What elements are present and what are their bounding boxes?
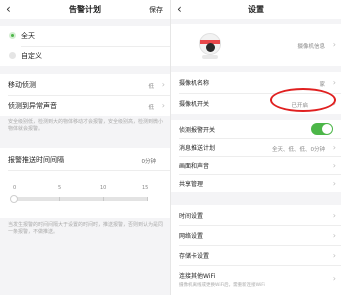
tick-label: 15 [142, 185, 149, 191]
interval-label: 报警推送时间间隔 [8, 156, 64, 164]
motion-detection-value: 低 [148, 84, 154, 90]
alarm-switch-row: 侦测报警开关 [171, 120, 341, 138]
interval-section: 报警推送时间间隔 0分钟 0 5 10 15 [0, 148, 170, 218]
storage-setting-row[interactable]: 存储卡设置 › [171, 245, 341, 265]
chevron-right-icon: › [332, 231, 336, 240]
wifi-connect-row[interactable]: 连接其他WiFi 摄像机离线或更换WiFi后，需重新连接WiFi › [171, 265, 341, 295]
wifi-connect-note: 摄像机离线或更换WiFi后，需重新连接WiFi [179, 283, 265, 288]
plan-option-label: 全天 [21, 32, 35, 40]
radio-selected-icon[interactable] [9, 32, 16, 39]
video-audio-row[interactable]: 画面和声音 › [171, 156, 341, 174]
abnormal-sound-value: 低 [148, 105, 154, 111]
abnormal-sound-row[interactable]: 侦测到异常声音 低 › [0, 95, 170, 116]
save-button[interactable]: 保存 [149, 5, 163, 15]
video-audio-label: 画面和声音 [179, 163, 210, 170]
settings-header: ‹ 设置 [171, 0, 341, 19]
plan-options: 全天 自定义 [0, 26, 170, 66]
page-title: 设置 [248, 5, 264, 14]
storage-setting-label: 存储卡设置 [179, 253, 210, 260]
camera-base-icon [202, 55, 218, 59]
chevron-right-icon: › [332, 251, 336, 260]
plan-option-label: 自定义 [21, 52, 42, 60]
chevron-right-icon: › [161, 80, 165, 89]
push-plan-row[interactable]: 消息推送计划 全天、低、低、0分钟 › [171, 138, 341, 156]
chevron-right-icon: › [332, 40, 336, 49]
camera-info-label: 摄像机信息 [297, 44, 325, 50]
network-setting-label: 网络设置 [179, 233, 204, 240]
chevron-right-icon: › [332, 211, 336, 220]
tick-label: 10 [100, 185, 107, 191]
alarm-switch-label: 侦测报警开关 [179, 127, 216, 134]
chevron-right-icon: › [332, 274, 336, 283]
share-row[interactable]: 共享管理 › [171, 174, 341, 192]
wifi-connect-label: 连接其他WiFi [179, 273, 216, 280]
alarm-section: 侦测报警开关 消息推送计划 全天、低、低、0分钟 › 画面和声音 › 共享管理 … [171, 120, 341, 192]
chevron-right-icon: › [332, 161, 336, 170]
alarm-plan-header: ‹ 告警计划 保存 [0, 0, 170, 19]
page-title: 告警计划 [69, 5, 101, 14]
alarm-plan-panel: ‹ 告警计划 保存 全天 自定义 移动侦测 低 › 侦测到异常声音 低 › 安全… [0, 0, 170, 295]
time-setting-row[interactable]: 时间设置 › [171, 205, 341, 225]
chevron-right-icon: › [332, 179, 336, 188]
plan-option-custom[interactable]: 自定义 [0, 46, 170, 66]
camera-switch-label: 摄像机开关 [179, 101, 210, 108]
tick-label: 0 [13, 185, 17, 191]
chevron-right-icon: › [332, 78, 336, 87]
time-setting-label: 时间设置 [179, 213, 204, 220]
slider-knob[interactable] [10, 195, 18, 203]
divider [8, 170, 170, 171]
camera-name-label: 摄像机名称 [179, 80, 210, 87]
chevron-right-icon: › [161, 101, 165, 110]
slider-tick [147, 197, 148, 201]
share-label: 共享管理 [179, 181, 204, 188]
motion-detection-label: 移动侦测 [8, 81, 36, 89]
sensitivity-note: 安全级别低，检测到大的物体移动才会报警，安全级别高，检测到微小物体就会报警。 [8, 119, 164, 132]
settings-panel: ‹ 设置 摄像机信息 › 摄像机名称 家 › 摄像机开关 已开启 › 侦测报警开… [170, 0, 341, 295]
alarm-toggle[interactable] [311, 123, 333, 135]
highlight-oval [270, 88, 336, 112]
camera-icon [199, 33, 221, 55]
slider-tick [59, 197, 60, 201]
motion-detection-row[interactable]: 移动侦测 低 › [0, 74, 170, 95]
interval-value: 0分钟 [141, 159, 157, 165]
network-setting-row[interactable]: 网络设置 › [171, 225, 341, 245]
interval-slider[interactable] [14, 197, 148, 201]
tick-label: 5 [58, 185, 62, 191]
camera-name-value: 家 [319, 82, 325, 88]
push-plan-label: 消息推送计划 [179, 145, 216, 152]
radio-unselected-icon[interactable] [9, 52, 16, 59]
push-plan-value: 全天、低、低、0分钟 [272, 147, 325, 153]
sensitivity-section: 移动侦测 低 › 侦测到异常声音 低 › [0, 74, 170, 116]
slider-tick [103, 197, 104, 201]
plan-option-all-day[interactable]: 全天 [0, 26, 170, 46]
interval-note: 当发生报警的时间间隔大于设置的时间时，推送报警，否则到认为是同一条报警，不做推送… [8, 222, 164, 235]
device-settings-section: 时间设置 › 网络设置 › 存储卡设置 › 连接其他WiFi 摄像机离线或更换W… [171, 205, 341, 295]
abnormal-sound-label: 侦测到异常声音 [8, 102, 57, 110]
camera-info-row[interactable]: 摄像机信息 › [171, 24, 341, 66]
chevron-right-icon: › [332, 143, 336, 152]
